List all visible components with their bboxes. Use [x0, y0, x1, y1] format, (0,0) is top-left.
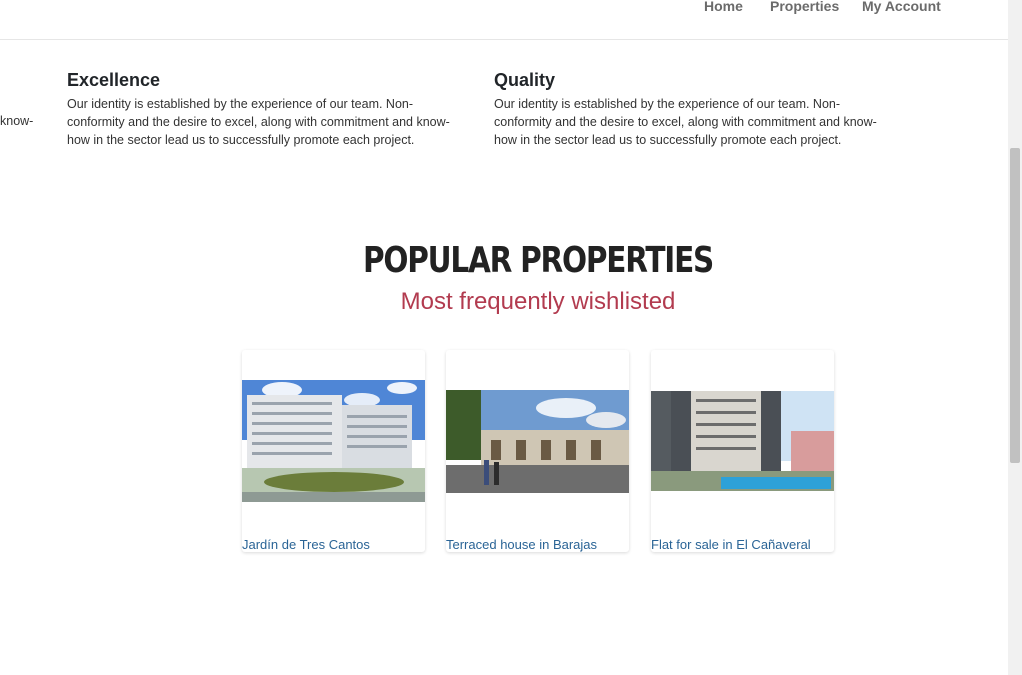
popular-properties-subtitle: Most frequently wishlisted — [400, 288, 676, 315]
property-card[interactable]: Terraced house in Barajas — [446, 350, 629, 552]
feature-excellence: Excellence Our identity is established b… — [67, 70, 467, 149]
nav-home-link[interactable]: Home — [704, 0, 743, 14]
feature-left-cut-text: know- — [0, 114, 34, 128]
feature-title: Quality — [494, 70, 556, 90]
property-title[interactable]: Jardín de Tres Cantos — [242, 537, 370, 552]
feature-quality: Quality Our identity is established by t… — [494, 70, 894, 149]
navbar: Home Properties My Account — [0, 0, 1008, 40]
property-image-barajas[interactable] — [446, 390, 629, 493]
property-title[interactable]: Terraced house in Barajas — [446, 537, 597, 552]
feature-text: Our identity is established by the exper… — [494, 97, 877, 147]
scrollbar-thumb[interactable] — [1010, 148, 1020, 463]
property-card[interactable]: Flat for sale in El Cañaveral — [651, 350, 834, 552]
feature-text: Our identity is established by the exper… — [67, 97, 450, 147]
page-scrollbar[interactable] — [1008, 0, 1022, 675]
property-title[interactable]: Flat for sale in El Cañaveral — [651, 537, 811, 552]
feature-title: Excellence — [67, 70, 161, 90]
property-image-el-canaveral[interactable] — [651, 391, 834, 491]
nav-properties-link[interactable]: Properties — [770, 0, 839, 14]
property-image-tres-cantos[interactable] — [242, 380, 425, 502]
nav-my-account-link[interactable]: My Account — [862, 0, 941, 14]
popular-properties-title: POPULAR PROPERTIES — [362, 240, 714, 281]
property-card[interactable]: Jardín de Tres Cantos — [242, 350, 425, 552]
